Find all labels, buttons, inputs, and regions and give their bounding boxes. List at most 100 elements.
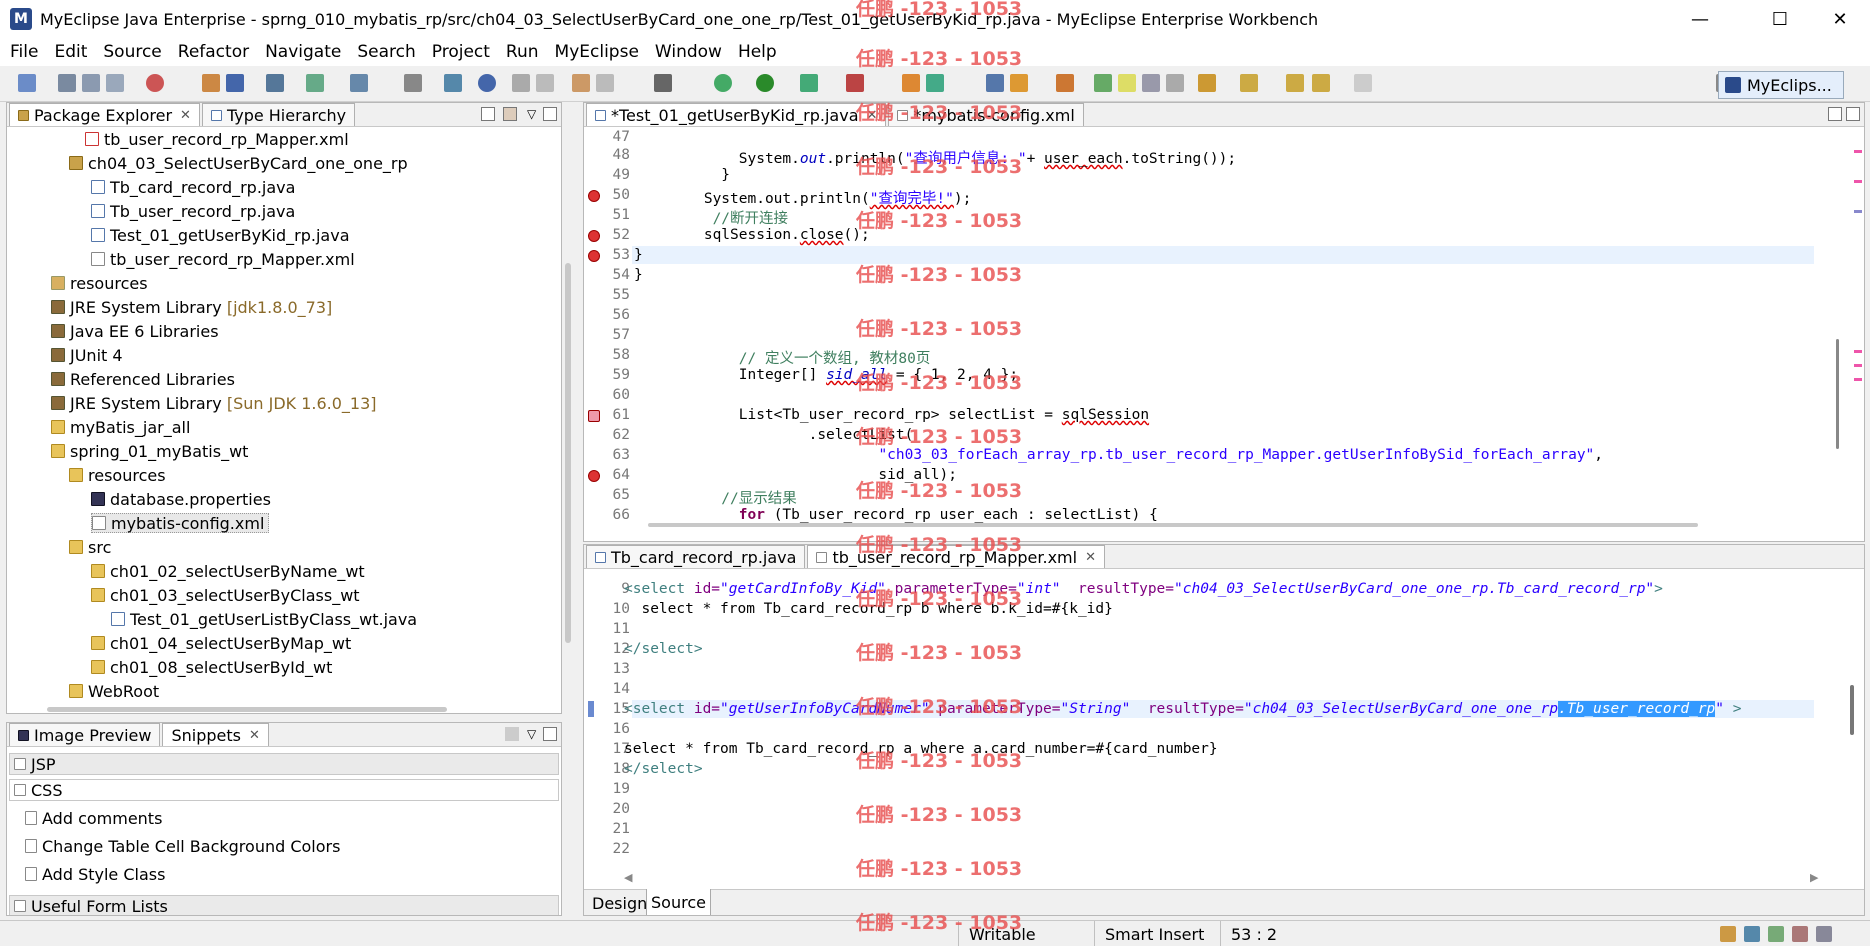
menu-refactor[interactable]: Refactor xyxy=(170,42,257,62)
mark-occurrences-icon[interactable] xyxy=(1118,74,1136,92)
last-edit-icon[interactable] xyxy=(1286,74,1304,92)
tree-item[interactable]: resources xyxy=(51,273,148,293)
tree-item[interactable]: JRE System Library [jdk1.8.0_73] xyxy=(51,297,332,317)
forward-history-icon[interactable] xyxy=(536,74,554,92)
tab-design[interactable]: Design xyxy=(588,890,651,915)
tree-item[interactable]: ch01_08_selectUserById_wt xyxy=(91,657,332,677)
open-perspective-icon[interactable] xyxy=(986,74,1004,92)
tab-mybatis-config[interactable]: *mybatis-config.xml xyxy=(888,103,1084,126)
tab-test-java[interactable]: *Test_01_getUserByKid_rp.java ✕ xyxy=(586,103,887,126)
ruler-mark[interactable] xyxy=(1854,364,1862,367)
close-icon[interactable]: ✕ xyxy=(249,728,260,743)
print-icon[interactable] xyxy=(106,74,124,92)
tree-item[interactable]: ch01_04_selectUserByMap_wt xyxy=(91,633,351,653)
view-menu-icon[interactable]: ▽ xyxy=(527,727,541,741)
status-tool-icon[interactable] xyxy=(1816,926,1832,942)
search-web-icon[interactable] xyxy=(350,74,368,92)
tree-item[interactable]: tb_user_record_rp_Mapper.xml xyxy=(85,129,349,149)
scroll-right-icon[interactable]: ▶ xyxy=(1810,871,1818,884)
collapse-all-icon[interactable] xyxy=(481,107,495,121)
block-selection-icon[interactable] xyxy=(1142,74,1160,92)
tree-item[interactable]: ch01_02_selectUserByName_wt xyxy=(91,561,365,581)
forward-icon[interactable] xyxy=(1354,74,1372,92)
snippet-category-css[interactable]: CSS xyxy=(9,779,559,801)
tree-item[interactable]: database.properties xyxy=(91,489,271,509)
snippet-item[interactable]: Add Style Class xyxy=(25,863,165,885)
tree-item[interactable]: ch04_03_SelectUserByCard_one_one_rp xyxy=(69,153,408,173)
warning-marker-icon[interactable] xyxy=(588,410,600,422)
close-icon[interactable]: ✕ xyxy=(180,108,191,123)
menu-search[interactable]: Search xyxy=(349,42,423,62)
tree-item[interactable]: spring_01_myBatis_wt xyxy=(51,441,248,461)
run-coverage-icon[interactable] xyxy=(800,74,818,92)
maximize-button[interactable]: ☐ xyxy=(1752,0,1808,38)
tab-package-explorer[interactable]: Package Explorer ✕ xyxy=(9,103,200,126)
tab-mapper-xml[interactable]: tb_user_record_rp_Mapper.xml ✕ xyxy=(807,545,1105,568)
menu-file[interactable]: File xyxy=(0,42,46,62)
tree-item[interactable]: tb_user_record_rp_Mapper.xml xyxy=(91,249,355,269)
back-history-icon[interactable] xyxy=(512,74,530,92)
tree-item[interactable]: myBatis_jar_all xyxy=(51,417,190,437)
menu-myeclipse[interactable]: MyEclipse xyxy=(547,42,647,62)
snippet-category-forms[interactable]: Useful Form Lists xyxy=(9,895,559,915)
external-tools-icon[interactable] xyxy=(846,74,864,92)
ruler-mark[interactable] xyxy=(1854,350,1862,353)
vertical-scrollbar[interactable] xyxy=(565,263,571,643)
ruler-mark[interactable] xyxy=(1854,150,1862,153)
close-button[interactable]: ✕ xyxy=(1812,0,1868,38)
myeclipse-perspective-button[interactable]: MyEclips... xyxy=(1718,71,1844,99)
edit-icon[interactable] xyxy=(1056,74,1074,92)
open-task-icon[interactable] xyxy=(572,74,590,92)
debug-config-icon[interactable] xyxy=(146,74,164,92)
error-marker-icon[interactable] xyxy=(588,190,600,202)
next-annotation-icon[interactable] xyxy=(1198,74,1216,92)
prev-annotation-icon[interactable] xyxy=(1240,74,1258,92)
status-tool-icon[interactable] xyxy=(1720,926,1736,942)
menu-window[interactable]: Window xyxy=(647,42,730,62)
snippet-item[interactable]: Change Table Cell Background Colors xyxy=(25,835,340,857)
back-icon[interactable] xyxy=(1312,74,1330,92)
task-list-icon[interactable] xyxy=(596,74,614,92)
vertical-scrollbar[interactable] xyxy=(1836,339,1839,449)
tree-item[interactable]: Tb_user_record_rp.java xyxy=(91,201,295,221)
ruler-mark[interactable] xyxy=(1854,180,1862,183)
save-all-icon[interactable] xyxy=(82,74,100,92)
tree-item[interactable]: ch01_03_selectUserByClass_wt xyxy=(91,585,360,605)
tree-item[interactable]: Test_01_getUserListByClass_wt.java xyxy=(111,609,417,629)
tree-item-selected[interactable]: mybatis-config.xml xyxy=(91,513,270,533)
tree-item[interactable]: Test_01_getUserByKid_rp.java xyxy=(91,225,350,245)
tab-snippets[interactable]: Snippets ✕ xyxy=(162,723,269,746)
tree-item[interactable]: JUnit 4 xyxy=(51,345,123,365)
view-menu-icon[interactable]: ▽ xyxy=(527,107,541,121)
link-with-editor-icon[interactable] xyxy=(503,107,517,121)
minimize-view-icon[interactable] xyxy=(543,107,557,121)
tab-image-preview[interactable]: Image Preview xyxy=(9,723,161,746)
tree-item[interactable]: src xyxy=(69,537,111,557)
maximize-editor-icon[interactable] xyxy=(1846,107,1860,121)
tree-item[interactable]: JRE System Library [Sun JDK 1.6.0_13] xyxy=(51,393,377,413)
show-whitespace-icon[interactable] xyxy=(1166,74,1184,92)
camera-icon[interactable] xyxy=(654,74,672,92)
menu-project[interactable]: Project xyxy=(424,42,498,62)
menu-navigate[interactable]: Navigate xyxy=(257,42,349,62)
annotations-icon[interactable] xyxy=(1094,74,1112,92)
new-icon[interactable] xyxy=(18,74,36,92)
globe-icon[interactable] xyxy=(478,74,496,92)
run-icon[interactable] xyxy=(756,74,774,92)
error-marker-icon[interactable] xyxy=(588,470,600,482)
menu-help[interactable]: Help xyxy=(730,42,785,62)
minimize-view-icon[interactable] xyxy=(543,727,557,741)
horizontal-scrollbar[interactable] xyxy=(47,707,447,712)
menu-edit[interactable]: Edit xyxy=(46,42,95,62)
snippet-category-jsp[interactable]: JSP xyxy=(9,753,559,775)
ruler-mark[interactable] xyxy=(1854,210,1862,213)
open-type-icon[interactable] xyxy=(444,74,462,92)
menu-run[interactable]: Run xyxy=(498,42,547,62)
hierarchy-icon[interactable] xyxy=(404,74,422,92)
snippets-toolbar-icon[interactable] xyxy=(505,727,519,741)
tab-card-record-java[interactable]: Tb_card_record_rp.java xyxy=(586,545,806,568)
scroll-left-icon[interactable]: ◀ xyxy=(624,871,632,884)
menu-source[interactable]: Source xyxy=(95,42,169,62)
tab-source[interactable]: Source xyxy=(646,889,711,915)
web-wizard-icon[interactable] xyxy=(306,74,324,92)
